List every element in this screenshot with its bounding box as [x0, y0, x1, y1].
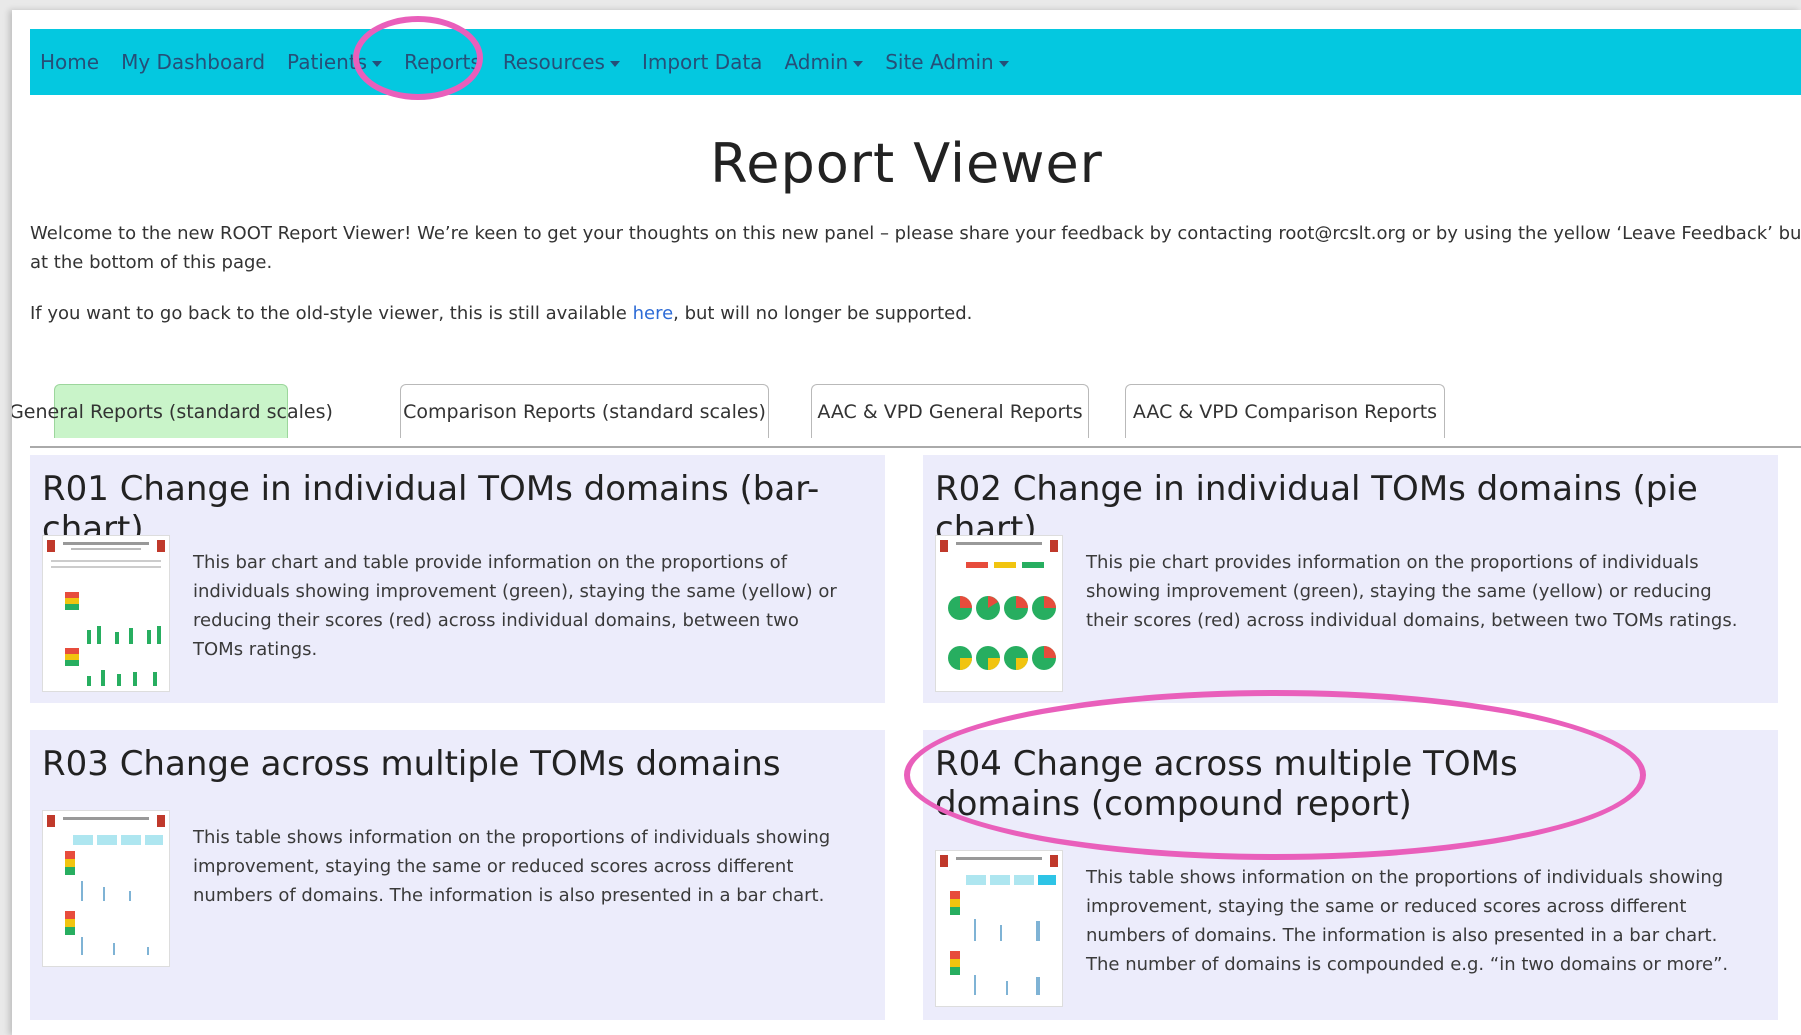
nav-import-data-label: Import Data — [641, 50, 763, 74]
tab-general-reports[interactable]: General Reports (standard scales) — [12, 384, 333, 438]
tab-aac-vpd-comparison[interactable]: AAC & VPD Comparison Reports — [1125, 384, 1445, 438]
nav-admin[interactable]: Admin — [784, 50, 864, 74]
pie-chart-thumbnail-icon — [940, 540, 1058, 670]
old-viewer-text: If you want to go back to the old-style … — [30, 303, 633, 324]
caret-down-icon — [853, 60, 864, 67]
report-tabs: General Reports (standard scales) Compar… — [12, 384, 1801, 448]
nav-patients[interactable]: Patients — [287, 50, 383, 74]
nav-my-dashboard[interactable]: My Dashboard — [121, 50, 265, 74]
report-title: R03 Change across multiple TOMs domains — [42, 744, 781, 784]
nav-resources[interactable]: Resources — [503, 50, 620, 74]
nav-resources-label: Resources — [502, 50, 605, 74]
old-viewer-text-end: , but will no longer be supported. — [673, 303, 973, 324]
report-thumbnail-table[interactable] — [42, 810, 170, 967]
report-card-r03[interactable]: R03 Change across multiple TOMs domains … — [30, 730, 885, 1020]
nav-home-label: Home — [40, 50, 100, 74]
nav-site-admin-label: Site Admin — [885, 50, 994, 74]
nav-reports-label: Reports — [404, 50, 481, 74]
report-viewer-page: Home My Dashboard Patients Reports Resou… — [12, 10, 1801, 1035]
tab-label: General Reports (standard scales) — [12, 400, 333, 423]
intro-text-line-1: Welcome to the new ROOT Report Viewer! W… — [30, 223, 1801, 244]
intro-text-line-2: at the bottom of this page. — [30, 252, 273, 273]
report-description: This pie chart provides information on t… — [1086, 552, 1738, 631]
report-card-r01[interactable]: R01 Change in individual TOMs domains (b… — [30, 455, 885, 703]
report-thumbnail-compound-table[interactable] — [935, 850, 1063, 1007]
old-viewer-link[interactable]: here — [633, 303, 674, 324]
report-title: R04 Change across multiple TOMs domains … — [935, 744, 1518, 824]
nav-import-data[interactable]: Import Data — [642, 50, 763, 74]
report-thumbnail-bar-chart[interactable] — [42, 535, 170, 692]
old-viewer-notice: If you want to go back to the old-style … — [30, 303, 972, 324]
report-thumbnail-pie-chart[interactable] — [935, 535, 1063, 692]
bar-chart-thumbnail-icon — [47, 540, 165, 686]
caret-down-icon — [998, 60, 1009, 67]
tab-aac-vpd-general[interactable]: AAC & VPD General Reports — [811, 384, 1089, 438]
tab-comparison-reports[interactable]: Comparison Reports (standard scales) — [400, 384, 769, 438]
nav-admin-label: Admin — [784, 50, 849, 74]
nav-patients-label: Patients — [287, 50, 368, 74]
top-navbar: Home My Dashboard Patients Reports Resou… — [30, 29, 1801, 95]
report-description: This table shows information on the prop… — [1086, 867, 1729, 975]
nav-site-admin[interactable]: Site Admin — [885, 50, 1009, 74]
tab-label: Comparison Reports (standard scales) — [403, 400, 766, 423]
table-thumbnail-icon — [940, 855, 1058, 995]
nav-my-dashboard-label: My Dashboard — [121, 50, 266, 74]
caret-down-icon — [609, 60, 620, 67]
tab-label: AAC & VPD Comparison Reports — [1132, 400, 1438, 423]
report-card-r04[interactable]: R04 Change across multiple TOMs domains … — [923, 730, 1778, 1020]
table-thumbnail-icon — [47, 815, 165, 955]
report-description: This table shows information on the prop… — [193, 827, 831, 906]
report-card-r02[interactable]: R02 Change in individual TOMs domains (p… — [923, 455, 1778, 703]
report-description: This bar chart and table provide informa… — [193, 552, 837, 660]
caret-down-icon — [372, 60, 383, 67]
nav-reports[interactable]: Reports — [404, 50, 481, 74]
nav-home[interactable]: Home — [40, 50, 99, 74]
page-title: Report Viewer — [710, 132, 1103, 195]
tab-label: AAC & VPD General Reports — [817, 400, 1083, 423]
